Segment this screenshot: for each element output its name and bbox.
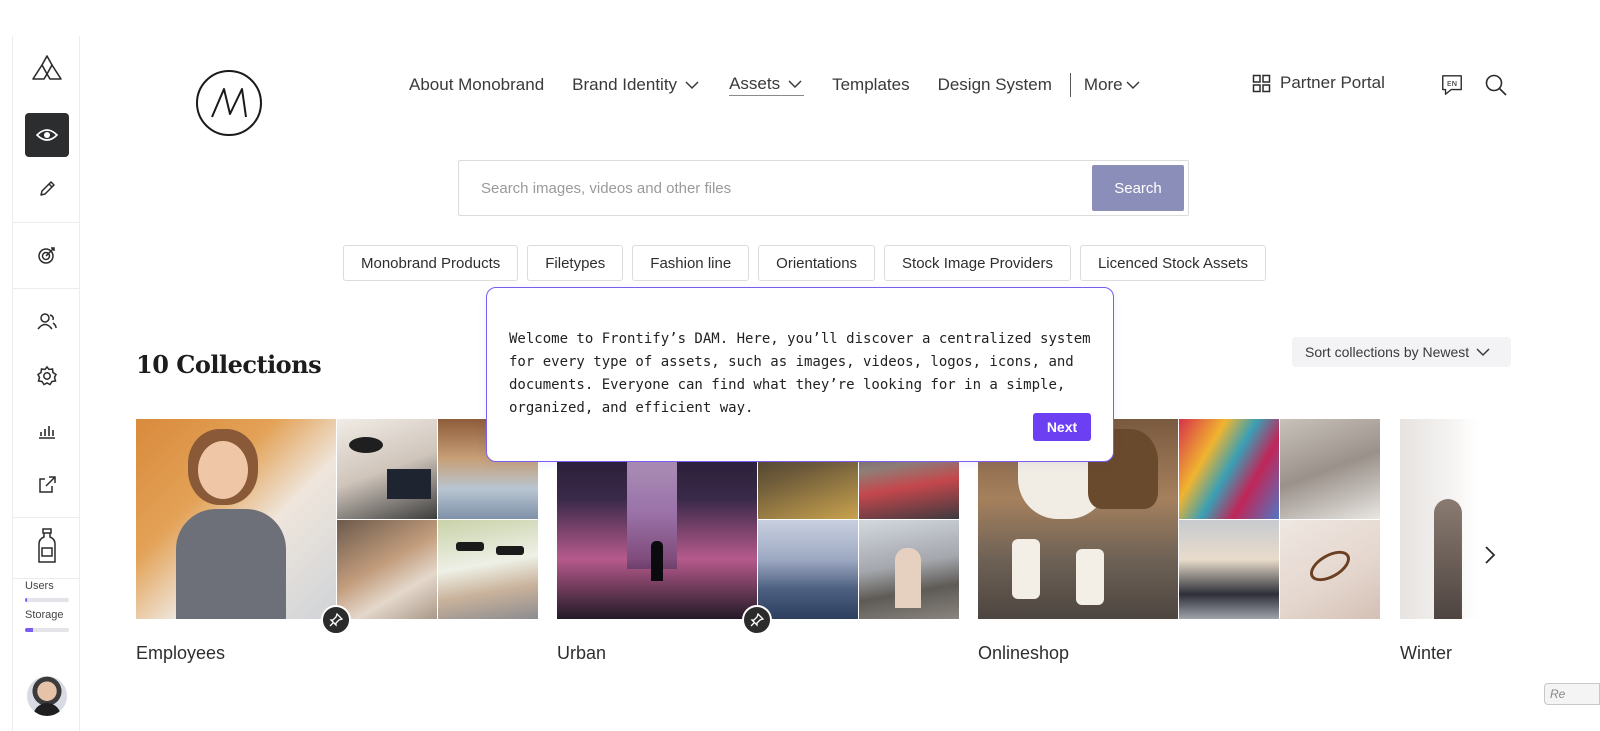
search-input[interactable] <box>459 161 1091 215</box>
filter-chip-monobrand-products[interactable]: Monobrand Products <box>343 245 519 281</box>
partner-portal-link[interactable]: Partner Portal <box>1252 73 1385 93</box>
nav-assets[interactable]: Assets <box>729 74 805 96</box>
collection-image <box>758 520 858 619</box>
sidebar-rail: Users Storage <box>12 36 80 731</box>
chevron-down-icon <box>1126 81 1140 90</box>
nav-label: More <box>1083 75 1123 94</box>
sort-dropdown[interactable]: Sort collections by Newest <box>1292 337 1511 367</box>
filter-chip-licenced-stock-assets[interactable]: Licenced Stock Assets <box>1079 245 1267 281</box>
nav-label: Assets <box>729 74 781 93</box>
bottle-icon[interactable] <box>25 524 69 568</box>
pin-icon[interactable] <box>742 605 772 635</box>
partner-portal-label: Partner Portal <box>1280 73 1385 92</box>
corner-badge[interactable]: Re <box>1544 683 1600 705</box>
collection-image <box>859 520 959 619</box>
collection-name: Onlineshop <box>978 643 1070 663</box>
filter-chips: Monobrand Products Filetypes Fashion lin… <box>343 245 1267 281</box>
chevron-down-icon <box>788 80 802 89</box>
nav-label: Brand Identity <box>572 75 678 94</box>
language-code: EN <box>1447 79 1457 88</box>
nav-about-monobrand[interactable]: About Monobrand <box>409 75 544 95</box>
users-usage-bar <box>25 598 69 602</box>
gear-icon[interactable] <box>25 354 69 398</box>
users-usage-label: Users <box>25 580 54 592</box>
filter-chip-stock-image-providers[interactable]: Stock Image Providers <box>884 245 1071 281</box>
translate-icon[interactable]: EN <box>1440 73 1464 97</box>
pin-icon[interactable] <box>321 605 351 635</box>
pencil-icon[interactable] <box>25 167 69 211</box>
collection-image <box>438 520 538 619</box>
chevron-right-icon[interactable] <box>1478 543 1502 567</box>
collection-name: Urban <box>557 643 607 663</box>
nav-design-system[interactable]: Design System <box>938 75 1052 95</box>
onboarding-tour-popover: Welcome to Frontify’s DAM. Here, you’ll … <box>486 287 1114 462</box>
collection-image <box>136 419 336 619</box>
collection-image <box>1280 419 1380 519</box>
eye-icon[interactable] <box>25 113 69 157</box>
collection-image <box>337 419 437 519</box>
chevron-down-icon <box>685 81 699 90</box>
filter-chip-fashion-line[interactable]: Fashion line <box>632 245 750 281</box>
bar-chart-icon[interactable] <box>25 408 69 452</box>
nav-brand-identity[interactable]: Brand Identity <box>572 75 701 95</box>
collections-title: 10 Collections <box>136 350 322 379</box>
target-icon[interactable] <box>25 233 69 277</box>
search-button[interactable]: Search <box>1092 165 1184 211</box>
tour-text: Welcome to Frontify’s DAM. Here, you’ll … <box>509 331 1091 416</box>
search-icon[interactable] <box>1484 73 1508 97</box>
collection-image <box>1280 520 1380 619</box>
carousel-fade <box>1460 419 1500 619</box>
collection-image <box>1179 520 1279 619</box>
filter-chip-filetypes[interactable]: Filetypes <box>527 245 624 281</box>
collection-mosaic <box>136 419 538 635</box>
avatar[interactable] <box>27 676 67 716</box>
collection-image <box>337 520 437 619</box>
main-nav: About Monobrand Brand Identity Assets Te… <box>409 73 1169 97</box>
filter-chip-orientations[interactable]: Orientations <box>758 245 876 281</box>
rail-divider <box>13 517 79 518</box>
rail-divider <box>13 288 79 289</box>
rail-divider <box>13 578 79 579</box>
nav-templates[interactable]: Templates <box>832 75 909 95</box>
grid-icon <box>1252 74 1271 92</box>
rail-divider <box>13 222 79 223</box>
nav-divider <box>1069 73 1071 97</box>
frontify-dam-page: Users Storage About Monobrand Brand Iden… <box>0 0 1600 731</box>
collection-image <box>1179 419 1279 519</box>
nav-more[interactable]: More <box>1084 75 1141 95</box>
storage-usage-label: Storage <box>25 609 64 621</box>
users-icon[interactable] <box>25 299 69 343</box>
collection-card-employees[interactable]: Employees <box>136 419 538 663</box>
monobrand-logo[interactable] <box>196 70 262 136</box>
sort-label: Sort collections by Newest <box>1305 344 1470 360</box>
collection-name: Employees <box>136 643 226 663</box>
export-icon[interactable] <box>25 462 69 506</box>
frontify-logo-icon[interactable] <box>25 48 69 92</box>
storage-usage-bar <box>25 628 69 632</box>
search-bar: Search <box>458 160 1189 216</box>
tour-next-button[interactable]: Next <box>1033 413 1091 441</box>
collection-name: Winter <box>1400 643 1453 663</box>
chevron-down-icon <box>1476 348 1490 357</box>
